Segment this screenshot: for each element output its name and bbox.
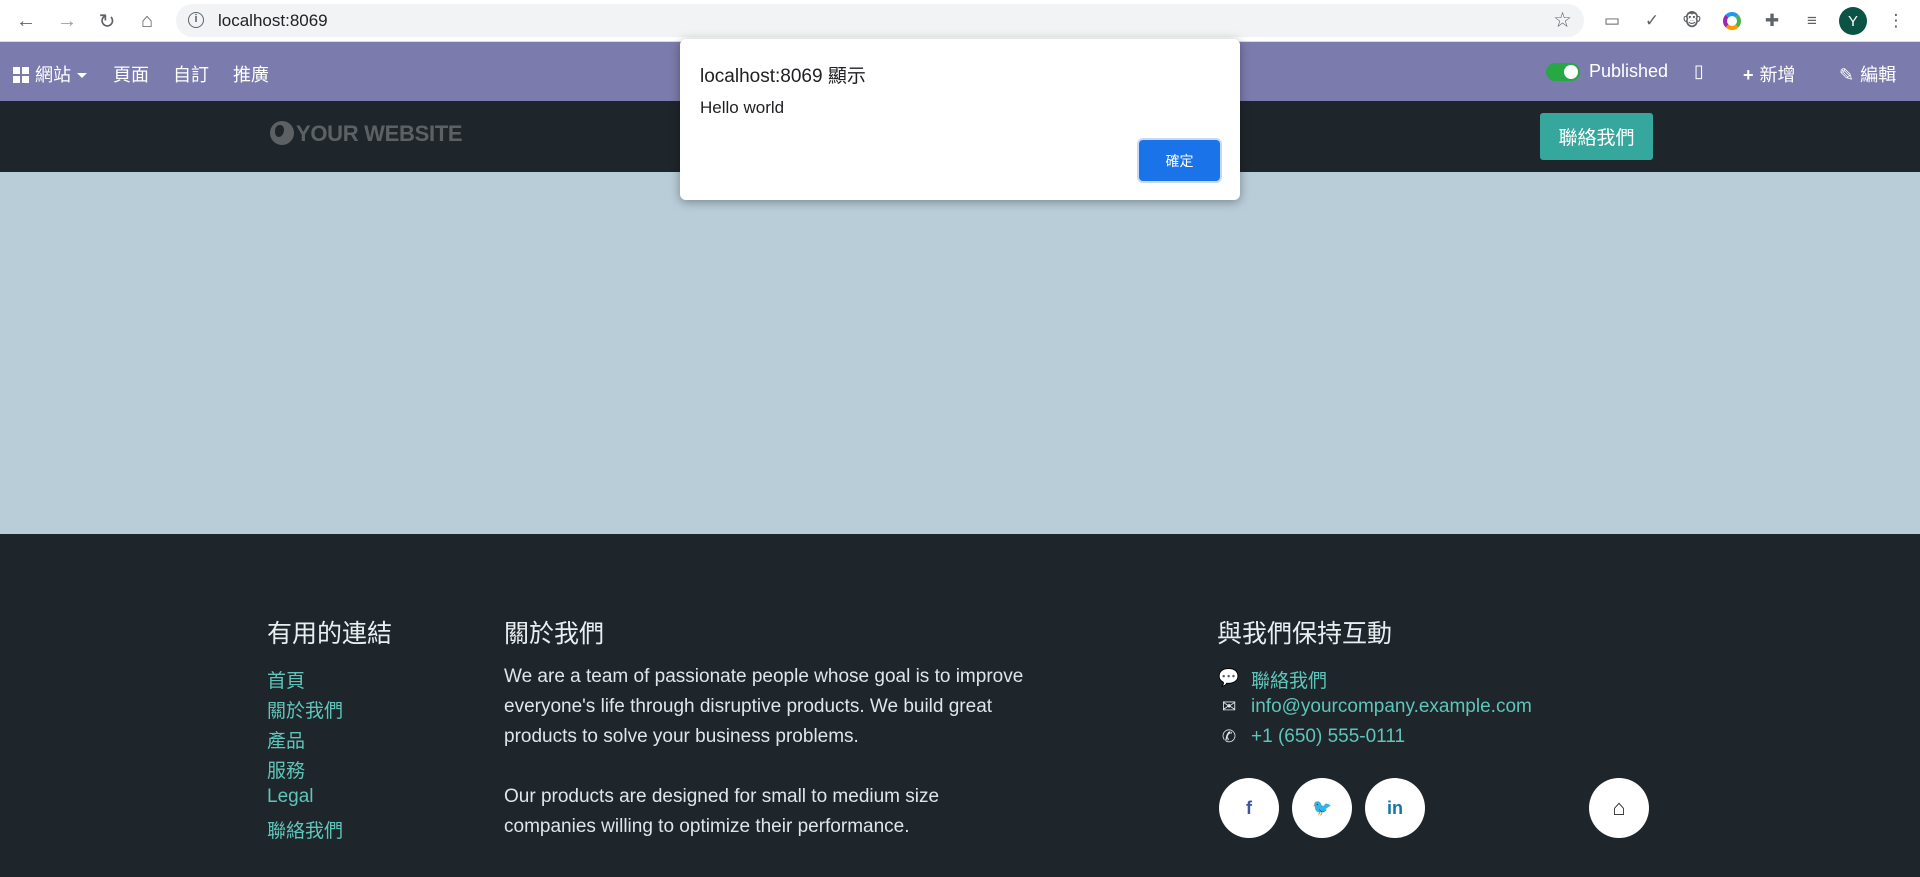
about-paragraph-2: Our products are designed for small to m…	[504, 782, 939, 842]
footer-link-contact[interactable]: 聯絡我們	[267, 816, 343, 843]
about-title: 關於我們	[504, 620, 605, 648]
home-icon[interactable]: ⌂	[1589, 778, 1649, 838]
footer-link-legal[interactable]: Legal	[267, 786, 314, 808]
ok-button[interactable]: 確定	[1139, 140, 1220, 181]
edit-button-label: 編輯	[1860, 65, 1897, 85]
useful-links-title: 有用的連結	[267, 620, 393, 648]
check-extension-icon[interactable]: ✓	[1640, 9, 1664, 33]
about-line: Our products are designed for small to m…	[504, 786, 940, 807]
mobile-preview-icon[interactable]: ▯	[1694, 61, 1704, 82]
home-icon[interactable]: ⌂	[134, 8, 160, 34]
reload-icon[interactable]: ↻	[94, 8, 120, 34]
browser-toolbar: ← → ↻ ⌂ i localhost:8069 ☆ ▭ ✓ 🐵 ✚ ≡ Y ⋮	[0, 0, 1920, 42]
email-link[interactable]: info@yourcompany.example.com	[1251, 696, 1532, 718]
globe-icon	[270, 121, 294, 145]
alert-dialog: localhost:8069 顯示 Hello world 確定	[680, 39, 1240, 200]
edit-button[interactable]: ✎ 編輯	[1839, 61, 1896, 87]
back-icon[interactable]: ←	[13, 8, 39, 34]
about-paragraph-1: We are a team of passionate people whose…	[504, 662, 1023, 752]
phone-icon: ✆	[1221, 727, 1237, 746]
profile-avatar[interactable]: Y	[1839, 7, 1867, 35]
chat-icon: 💬	[1218, 668, 1240, 687]
about-line: companies willing to optimize their perf…	[504, 816, 910, 837]
customize-menu[interactable]: 自訂	[173, 61, 209, 87]
forward-icon[interactable]: →	[54, 8, 80, 34]
linkedin-icon[interactable]: in	[1365, 778, 1425, 838]
dialog-title: localhost:8069 顯示	[700, 66, 866, 87]
envelope-icon: ✉	[1221, 697, 1237, 716]
dialog-message: Hello world	[700, 98, 785, 117]
main-content	[0, 172, 1920, 534]
about-line: everyone's life through disruptive produ…	[504, 696, 993, 717]
connect-contact-link[interactable]: 聯絡我們	[1251, 666, 1327, 693]
bookmark-star-icon[interactable]: ☆	[1553, 8, 1572, 33]
address-url[interactable]: localhost:8069	[218, 11, 328, 31]
pages-menu[interactable]: 頁面	[113, 61, 149, 87]
puzzle-extensions-icon[interactable]: ✚	[1760, 9, 1784, 33]
website-menu-label: 網站	[35, 65, 71, 85]
footer-link-about[interactable]: 關於我們	[267, 696, 343, 723]
facebook-icon[interactable]: f	[1219, 778, 1279, 838]
connect-title: 與我們保持互動	[1217, 620, 1393, 648]
plus-icon: +	[1743, 65, 1754, 85]
reading-list-icon[interactable]: ≡	[1800, 9, 1824, 33]
footer-link-home[interactable]: 首頁	[267, 666, 305, 693]
published-label: Published	[1589, 61, 1669, 81]
twitter-icon[interactable]: 🐦	[1292, 778, 1352, 838]
monkey-extension-icon[interactable]: 🐵	[1680, 9, 1704, 33]
address-bar[interactable]: i localhost:8069 ☆	[176, 4, 1584, 37]
cast-icon[interactable]: ▭	[1600, 9, 1624, 33]
logo-text: YOUR WEBSITE	[296, 121, 463, 146]
contact-us-button[interactable]: 聯絡我們	[1540, 113, 1653, 160]
site-logo[interactable]: YOUR WEBSITE	[270, 121, 463, 147]
about-line: We are a team of passionate people whose…	[504, 666, 1024, 687]
color-extension-icon[interactable]	[1720, 9, 1744, 33]
caret-down-icon	[77, 73, 87, 78]
menu-kebab-icon[interactable]: ⋮	[1884, 9, 1908, 33]
pencil-icon: ✎	[1839, 65, 1855, 85]
phone-link[interactable]: +1 (650) 555-0111	[1251, 726, 1405, 748]
site-info-icon[interactable]: i	[188, 12, 204, 28]
website-menu[interactable]: 網站	[13, 61, 87, 87]
new-button-label: 新增	[1759, 65, 1796, 85]
footer-link-products[interactable]: 產品	[267, 726, 305, 753]
about-line: products to solve your business problems…	[504, 726, 859, 747]
promote-menu[interactable]: 推廣	[233, 61, 269, 87]
new-button[interactable]: + 新增	[1743, 61, 1796, 87]
published-toggle[interactable]	[1546, 63, 1580, 81]
apps-grid-icon	[13, 67, 29, 83]
footer-link-services[interactable]: 服務	[267, 756, 305, 783]
